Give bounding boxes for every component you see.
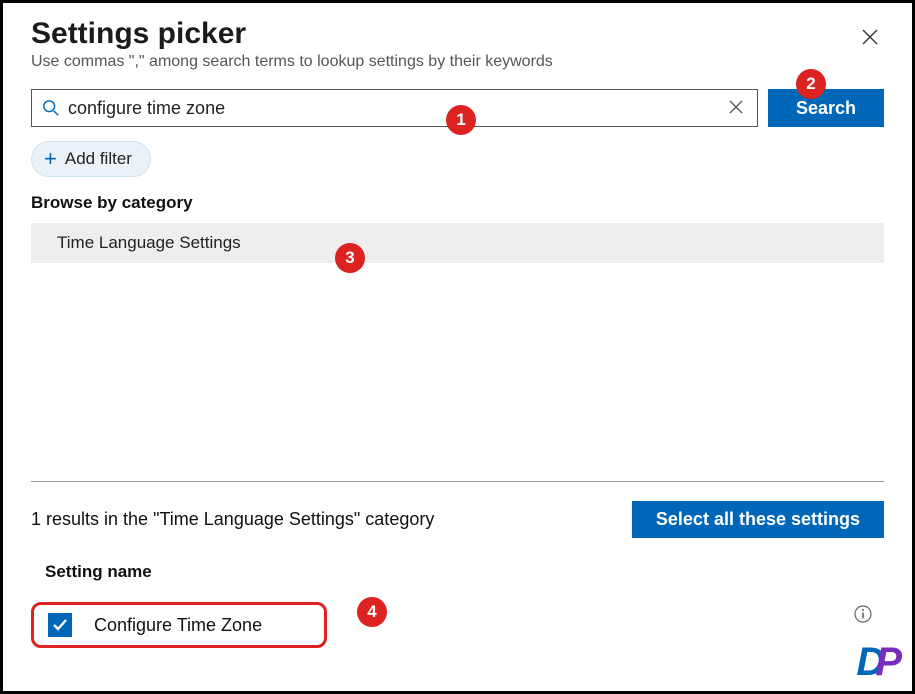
setting-row-configure-time-zone[interactable]: Configure Time Zone bbox=[31, 602, 327, 648]
annotation-badge-3: 3 bbox=[335, 243, 365, 273]
select-all-button[interactable]: Select all these settings bbox=[632, 501, 884, 538]
annotation-badge-4: 4 bbox=[357, 597, 387, 627]
x-icon bbox=[729, 100, 743, 114]
section-divider bbox=[31, 481, 884, 482]
add-filter-label: Add filter bbox=[65, 149, 132, 169]
setting-label: Configure Time Zone bbox=[94, 615, 262, 636]
search-icon bbox=[42, 99, 60, 117]
add-filter-button[interactable]: + Add filter bbox=[31, 141, 151, 177]
column-header-setting-name: Setting name bbox=[31, 562, 884, 582]
results-summary: 1 results in the "Time Language Settings… bbox=[31, 509, 434, 530]
info-icon[interactable] bbox=[854, 605, 872, 628]
close-button[interactable] bbox=[856, 23, 884, 55]
clear-search-button[interactable] bbox=[725, 98, 747, 119]
plus-icon: + bbox=[44, 148, 57, 170]
page-subtitle: Use commas "," among search terms to loo… bbox=[31, 53, 553, 71]
category-item-time-language[interactable]: Time Language Settings bbox=[31, 223, 884, 263]
annotation-badge-2: 2 bbox=[796, 69, 826, 99]
search-input[interactable] bbox=[60, 98, 725, 119]
browse-heading: Browse by category bbox=[31, 193, 884, 213]
search-box[interactable] bbox=[31, 89, 758, 127]
watermark-logo: DP bbox=[856, 640, 902, 685]
search-button[interactable]: Search bbox=[768, 89, 884, 127]
setting-checkbox[interactable] bbox=[48, 613, 72, 637]
close-icon bbox=[862, 29, 878, 45]
annotation-badge-1: 1 bbox=[446, 105, 476, 135]
page-title: Settings picker bbox=[31, 17, 553, 51]
check-icon bbox=[52, 617, 68, 633]
